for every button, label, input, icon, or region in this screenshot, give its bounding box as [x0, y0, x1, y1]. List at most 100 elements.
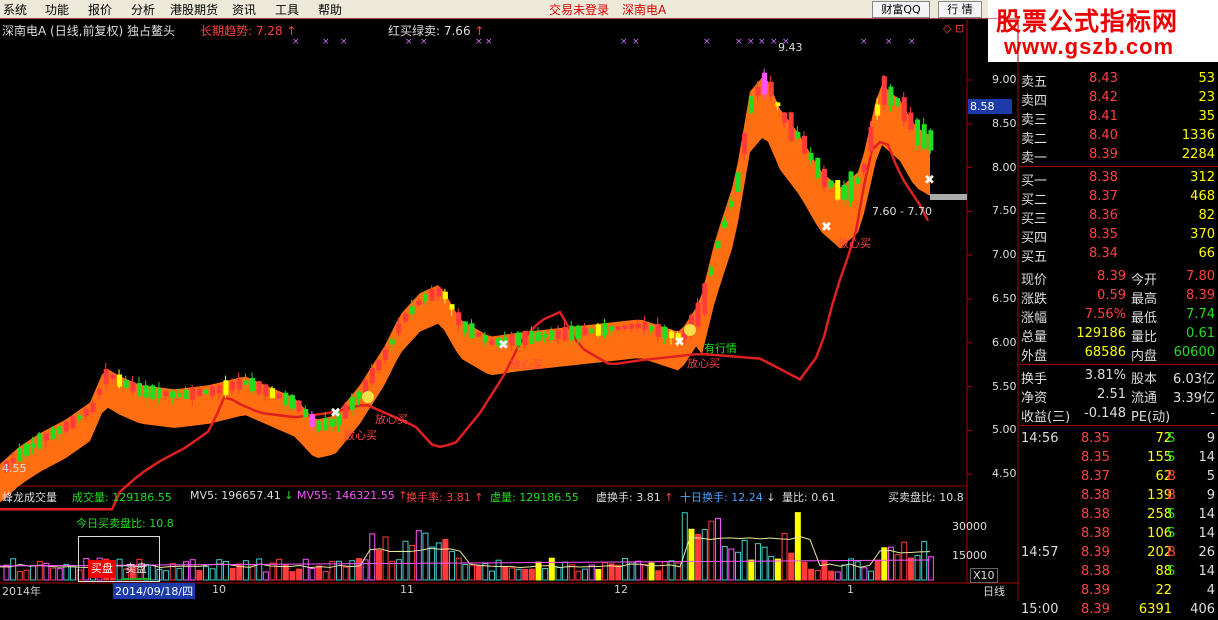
candle — [895, 98, 901, 106]
buy-label-4: 放心买 — [687, 357, 720, 370]
candle — [722, 221, 728, 228]
today-ratio: 今日买卖盘比: 10.8 — [76, 517, 174, 530]
candle — [70, 416, 76, 428]
ask-row: 卖五 8.43 53 — [1021, 71, 1215, 90]
volume-bar — [854, 561, 861, 581]
volume-bar — [768, 555, 775, 581]
top-marker: × — [322, 37, 330, 47]
kline-chart[interactable]: ✖✖ ✖✖✖× × × × × × × × × × × × × × × × × × — [0, 18, 1019, 601]
candle — [489, 340, 495, 345]
candle — [529, 330, 535, 344]
candle — [256, 381, 262, 394]
candle — [276, 394, 282, 399]
volume-bar — [655, 570, 662, 581]
candle — [383, 349, 389, 360]
quote-row: 现价 8.39 今开 7.80 — [1021, 269, 1215, 288]
volume-bar — [788, 552, 795, 581]
login-status[interactable]: 交易未登录 — [549, 1, 609, 18]
volume-bar — [415, 530, 422, 581]
volume-bar — [203, 566, 209, 581]
menu-futures[interactable]: 港股期货 — [170, 1, 218, 18]
candle — [715, 240, 721, 249]
volume-bar — [262, 571, 269, 581]
top-marker: × — [420, 37, 428, 47]
volume-bar — [342, 566, 349, 581]
candle — [569, 325, 575, 341]
volume-bar — [861, 567, 868, 581]
candle — [748, 96, 754, 113]
volume-bar — [708, 520, 715, 581]
bid-row: 买五 8.34 66 — [1021, 246, 1215, 265]
candle — [802, 135, 807, 154]
buy-signal-icon: ✖ — [498, 338, 509, 353]
range-bar — [930, 194, 967, 200]
top-marker: × — [620, 37, 628, 47]
quote-row: 涨幅 7.56% 最低 7.74 — [1021, 307, 1215, 326]
tick-row: 8.38 106 S 14 — [1081, 526, 1215, 541]
candle — [203, 389, 209, 394]
candle — [216, 384, 222, 394]
candle — [230, 381, 236, 391]
volume-bar — [449, 551, 456, 581]
top-marker: × — [475, 37, 483, 47]
tick-row: 15:00 8.39 6391 406 — [1021, 602, 1215, 617]
volume-bar — [555, 566, 562, 581]
wealth-qq-button[interactable]: 财富QQ — [872, 1, 930, 18]
turnover-value: 换手率: 3.81 ↑ — [406, 491, 484, 504]
volume-bar — [36, 560, 43, 581]
candle — [522, 331, 528, 346]
volume-bar — [362, 559, 369, 581]
market-button[interactable]: 行 情 — [938, 1, 982, 18]
menu-help[interactable]: 帮助 — [318, 1, 342, 18]
candle — [37, 433, 43, 449]
candle — [695, 302, 701, 327]
volume-bar — [163, 570, 170, 581]
menu-system[interactable]: 系统 — [3, 1, 27, 18]
chart-frame — [0, 18, 1019, 601]
candle — [649, 325, 655, 331]
candle — [83, 409, 89, 417]
fund-row: 收益(三) -0.148 PE(动) - — [1021, 406, 1215, 425]
top-marker: × — [632, 37, 640, 47]
candle — [841, 185, 847, 200]
candle — [236, 379, 242, 390]
period-label[interactable]: 日线 — [983, 583, 1005, 599]
candle — [542, 334, 548, 338]
menu-news[interactable]: 资讯 — [232, 1, 256, 18]
volume-bar — [907, 557, 914, 581]
price-label: 7.50 — [992, 204, 1017, 218]
tick-row: 14:57 8.39 202 B 26 — [1021, 545, 1215, 560]
volume-bar — [701, 529, 708, 581]
candle — [137, 383, 142, 397]
candle — [762, 72, 768, 95]
candle — [103, 368, 109, 384]
candle — [928, 130, 934, 151]
virtual-turnover: 虚换手: 3.81 ↑ — [596, 491, 674, 504]
candle — [848, 171, 854, 202]
volume-bar — [828, 570, 835, 581]
candle — [609, 326, 615, 332]
candle — [835, 179, 841, 200]
x-year: 2014年 — [2, 585, 41, 598]
volume-bar — [402, 540, 409, 581]
candle — [77, 415, 83, 420]
volume-bar — [602, 562, 608, 581]
candle — [662, 326, 668, 339]
menu-quote[interactable]: 报价 — [88, 1, 112, 18]
volume-bar — [196, 570, 203, 581]
volume-bar — [868, 570, 874, 581]
buy-label-5: 放心买 — [838, 237, 871, 250]
x-dec: 12 — [614, 583, 628, 596]
smiley-icon — [362, 391, 374, 403]
volume-bar — [914, 554, 921, 581]
menu-tools[interactable]: 工具 — [275, 1, 299, 18]
candle — [921, 124, 927, 149]
menu-analysis[interactable]: 分析 — [131, 1, 155, 18]
candle — [369, 367, 375, 384]
candle — [429, 288, 435, 301]
volume-bar — [189, 559, 196, 581]
volume-bar — [10, 558, 17, 581]
menu-function[interactable]: 功能 — [45, 1, 69, 18]
candle — [243, 380, 249, 385]
candle — [516, 332, 522, 346]
